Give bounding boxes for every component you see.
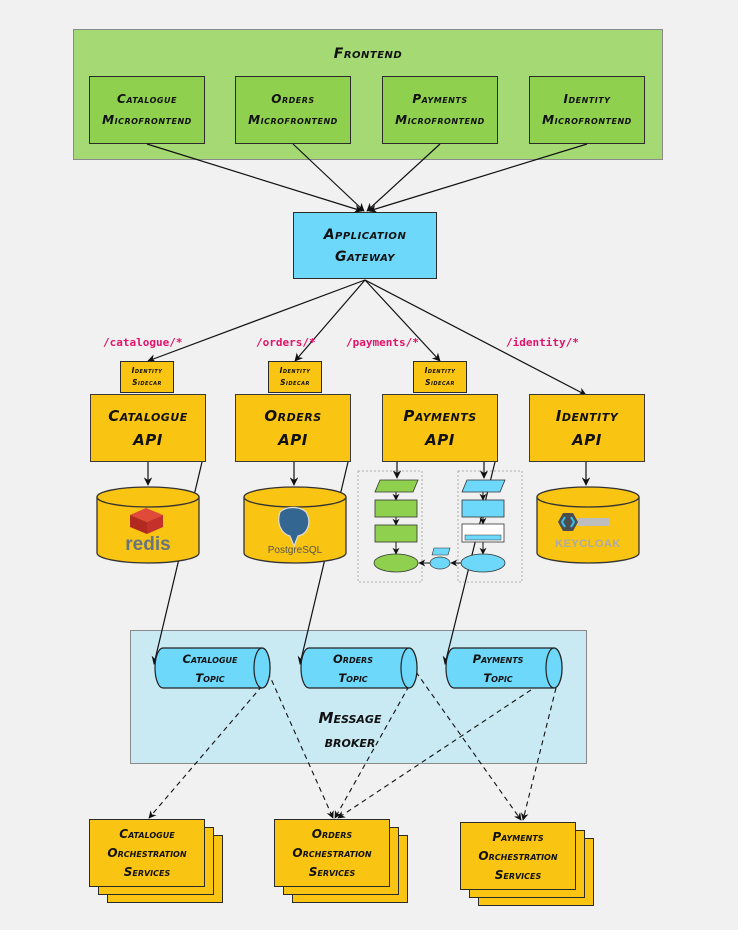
- payments-cqrs-diagram: [357, 470, 523, 583]
- topic-line2: Topic: [195, 671, 225, 685]
- api-line1: Identity: [555, 407, 619, 425]
- stack-front: Payments Orchestration Services: [460, 822, 576, 890]
- topic-line1: Payments: [472, 652, 524, 666]
- api-line1: Payments: [403, 407, 477, 425]
- postgresql-label: PostgreSQL: [267, 545, 323, 556]
- cqrs-command-shape: [461, 479, 506, 493]
- orch-line1: Payments: [492, 829, 544, 844]
- api-line2: API: [133, 431, 163, 449]
- cqrs-query-shape: [374, 479, 419, 493]
- orders-api[interactable]: Orders API: [235, 394, 351, 462]
- sidecar-line2: Sidecar: [280, 378, 310, 387]
- edge-catalogue-topic-catalogue-orch: [148, 685, 263, 819]
- sidecar-line1: Identity: [424, 366, 456, 375]
- edge-identity-mf-gateway: [368, 143, 588, 213]
- route-label-identity: /identity/*: [506, 336, 579, 349]
- edge-orders-topic-payments-orch: [415, 671, 522, 821]
- sidecar-line1: Identity: [131, 366, 163, 375]
- orch-line1: Catalogue: [119, 826, 175, 841]
- catalogue-topic-label[interactable]: Catalogue Topic: [160, 650, 260, 688]
- sidecar-line1: Identity: [279, 366, 311, 375]
- orch-line2: Orchestration: [292, 845, 372, 860]
- route-label-orders: /orders/*: [256, 336, 316, 349]
- catalogue-identity-sidecar[interactable]: Identity Sidecar: [120, 361, 174, 393]
- sidecar-line2: Sidecar: [425, 378, 455, 387]
- catalogue-api[interactable]: Catalogue API: [90, 394, 206, 462]
- topic-line1: Orders: [333, 652, 373, 666]
- orch-line2: Orchestration: [107, 845, 187, 860]
- api-line2: API: [425, 431, 455, 449]
- keycloak-cylinder: [536, 486, 640, 564]
- payments-api[interactable]: Payments API: [382, 394, 498, 462]
- catalogue-orchestration-services[interactable]: Catalogue Orchestration Services: [89, 819, 224, 904]
- message-broker-label: Message broker: [300, 706, 400, 754]
- cqrs-sync-shape: [429, 556, 451, 570]
- topic-line2: Topic: [483, 671, 513, 685]
- orch-line1: Orders: [311, 826, 353, 841]
- cqrs-read-db-shape: [373, 553, 419, 573]
- topic-line2: Topic: [338, 671, 368, 685]
- cqrs-query-handler-shape: [374, 499, 418, 518]
- stack-front: Orders Orchestration Services: [274, 819, 390, 887]
- edge-catalogue-mf-gateway: [146, 143, 363, 213]
- orch-line2: Orchestration: [478, 848, 558, 863]
- keycloak-label: KEYCLOAK: [555, 538, 621, 550]
- stack-front: Catalogue Orchestration Services: [89, 819, 205, 887]
- orders-topic-label[interactable]: Orders Topic: [303, 650, 403, 688]
- orch-line3: Services: [123, 864, 171, 879]
- payments-identity-sidecar[interactable]: Identity Sidecar: [413, 361, 467, 393]
- cqrs-read-model-shape: [374, 524, 418, 543]
- cqrs-write-db-shape: [460, 553, 506, 573]
- payments-topic-label[interactable]: Payments Topic: [448, 650, 548, 688]
- cqrs-command-handler-shape: [461, 499, 505, 518]
- sidecar-line2: Sidecar: [132, 378, 162, 387]
- broker-line1: Message: [318, 709, 382, 727]
- cqrs-sync-label-shape: [431, 547, 451, 556]
- orders-identity-sidecar[interactable]: Identity Sidecar: [268, 361, 322, 393]
- broker-line2: broker: [324, 733, 376, 751]
- route-label-payments: /payments/*: [346, 336, 419, 349]
- api-line2: API: [278, 431, 308, 449]
- orch-line3: Services: [494, 867, 542, 882]
- api-line2: API: [572, 431, 602, 449]
- orders-orchestration-services[interactable]: Orders Orchestration Services: [274, 819, 409, 904]
- orch-line3: Services: [308, 864, 356, 879]
- topic-line1: Catalogue: [182, 652, 238, 666]
- api-line1: Catalogue: [108, 407, 188, 425]
- redis-label: redis: [125, 534, 171, 555]
- diagram-connectors: [96, 143, 640, 821]
- payments-orchestration-services[interactable]: Payments Orchestration Services: [460, 822, 595, 907]
- edge-payments-topic-payments-orch: [520, 687, 557, 821]
- api-line1: Orders: [264, 407, 322, 425]
- identity-api[interactable]: Identity API: [529, 394, 645, 462]
- route-label-catalogue: /catalogue/*: [103, 336, 183, 349]
